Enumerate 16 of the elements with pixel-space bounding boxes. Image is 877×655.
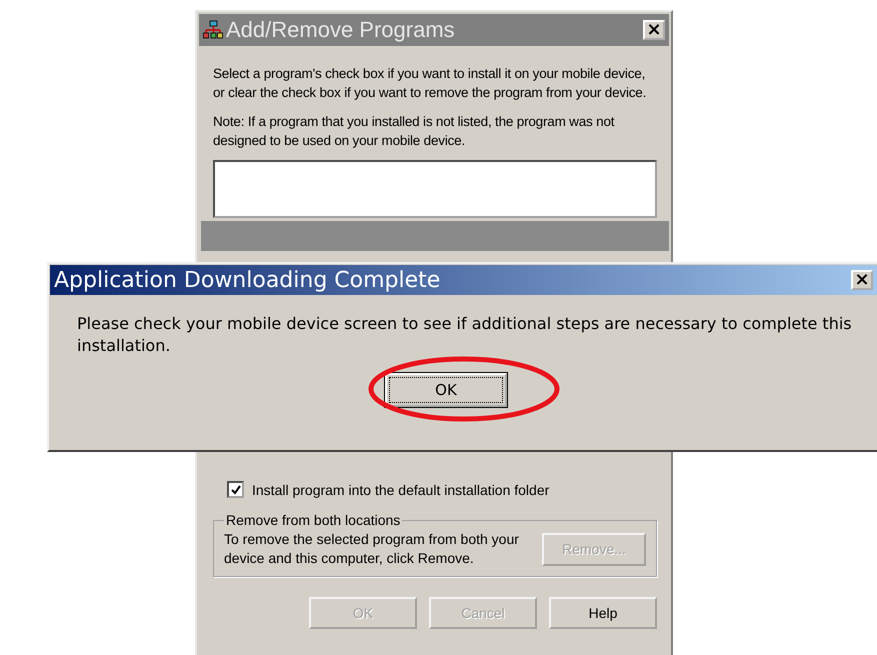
instructions-text: Select a program's check box if you want to install it on your mobile device, or clear the check box if you want to remove the program from your device. (213, 65, 648, 102)
checkmark-icon (230, 484, 240, 494)
checkbox[interactable] (227, 481, 244, 498)
close-button[interactable]: × (643, 20, 665, 40)
remove-instructions: To remove the selected program from both your device and this computer, click Remove. (224, 530, 520, 568)
program-list[interactable] (213, 160, 657, 218)
note-text: Note: If a program that you installed is not listed, the program was not designed to be used on your mobile device. (213, 113, 616, 150)
checkbox-label[interactable]: Install program into the default installation folder (252, 482, 550, 498)
group-title: Remove from both locations (225, 512, 402, 528)
message-text: Please check your mobile device screen to see if additional steps are necessary to complete this installation. (77, 313, 853, 357)
network-icon (203, 20, 223, 40)
dialog-button[interactable]: Help (549, 597, 657, 629)
dialog-title: Application Downloading Complete (54, 268, 442, 292)
close-button[interactable]: × (851, 270, 873, 290)
window-title: Add/Remove Programs (226, 17, 456, 43)
ok-button[interactable]: OK (385, 373, 507, 407)
